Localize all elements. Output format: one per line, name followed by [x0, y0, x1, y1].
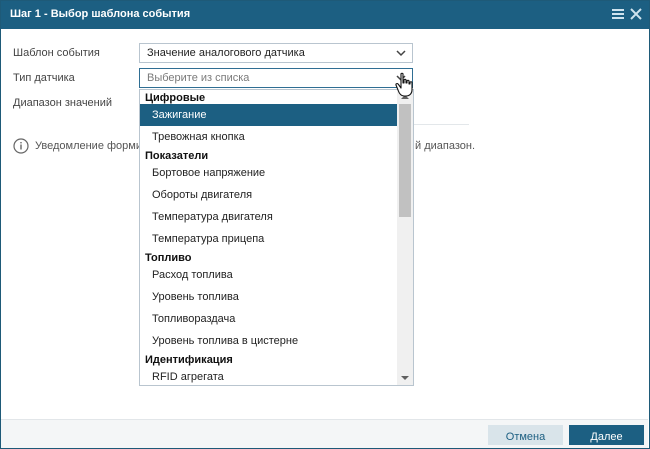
- option-rfid-unit[interactable]: RFID агрегата: [140, 366, 398, 385]
- sensor-type-label: Тип датчика: [13, 72, 75, 84]
- group-indicators: Показатели: [145, 150, 209, 162]
- template-label: Шаблон события: [13, 47, 100, 59]
- dropdown-scrollbar[interactable]: [397, 90, 413, 385]
- dropdown-list: Цифровые Зажигание Тревожная кнопка Пока…: [140, 90, 398, 385]
- scrollbar-thumb[interactable]: [399, 104, 411, 217]
- next-button[interactable]: Далее: [569, 425, 644, 445]
- option-onboard-voltage[interactable]: Бортовое напряжение: [140, 162, 398, 184]
- close-icon[interactable]: [629, 7, 643, 21]
- option-ignition[interactable]: Зажигание: [140, 104, 398, 126]
- sensor-type-dropdown[interactable]: Цифровые Зажигание Тревожная кнопка Пока…: [139, 89, 414, 386]
- hand-cursor-icon: [395, 72, 413, 97]
- option-fuel-level[interactable]: Уровень топлива: [140, 286, 398, 308]
- notice-text: Уведомление форми: [35, 140, 142, 152]
- sensor-type-select[interactable]: Выберите из списка: [139, 68, 413, 88]
- group-digital: Цифровые: [145, 92, 206, 104]
- option-engine-rpm[interactable]: Обороты двигателя: [140, 184, 398, 206]
- template-select[interactable]: Значение аналогового датчика: [139, 43, 413, 63]
- option-fuel-consumption[interactable]: Расход топлива: [140, 264, 398, 286]
- option-fuel-dispensing[interactable]: Топливораздача: [140, 308, 398, 330]
- option-engine-temperature[interactable]: Температура двигателя: [140, 206, 398, 228]
- option-tank-fuel-level[interactable]: Уровень топлива в цистерне: [140, 330, 398, 352]
- range-label: Диапазон значений: [13, 97, 113, 109]
- title-bar: Шаг 1 - Выбор шаблона события: [1, 1, 649, 29]
- option-alarm-button[interactable]: Тревожная кнопка: [140, 126, 398, 148]
- template-select-value: Значение аналогового датчика: [147, 47, 305, 59]
- scroll-down-icon[interactable]: [400, 373, 410, 383]
- chevron-down-icon: [396, 50, 406, 57]
- title-bar-controls: [611, 7, 643, 21]
- cancel-button[interactable]: Отмена: [488, 425, 563, 445]
- group-identification: Идентификация: [145, 354, 233, 366]
- menu-icon[interactable]: [611, 7, 625, 21]
- notice-text-end: й диапазон.: [415, 140, 476, 152]
- dialog-title: Шаг 1 - Выбор шаблона события: [10, 8, 191, 20]
- info-icon: [13, 138, 29, 154]
- sensor-type-placeholder: Выберите из списка: [147, 72, 250, 84]
- option-trailer-temperature[interactable]: Температура прицепа: [140, 228, 398, 250]
- notice: Уведомление форми: [13, 138, 142, 154]
- group-fuel: Топливо: [145, 252, 192, 264]
